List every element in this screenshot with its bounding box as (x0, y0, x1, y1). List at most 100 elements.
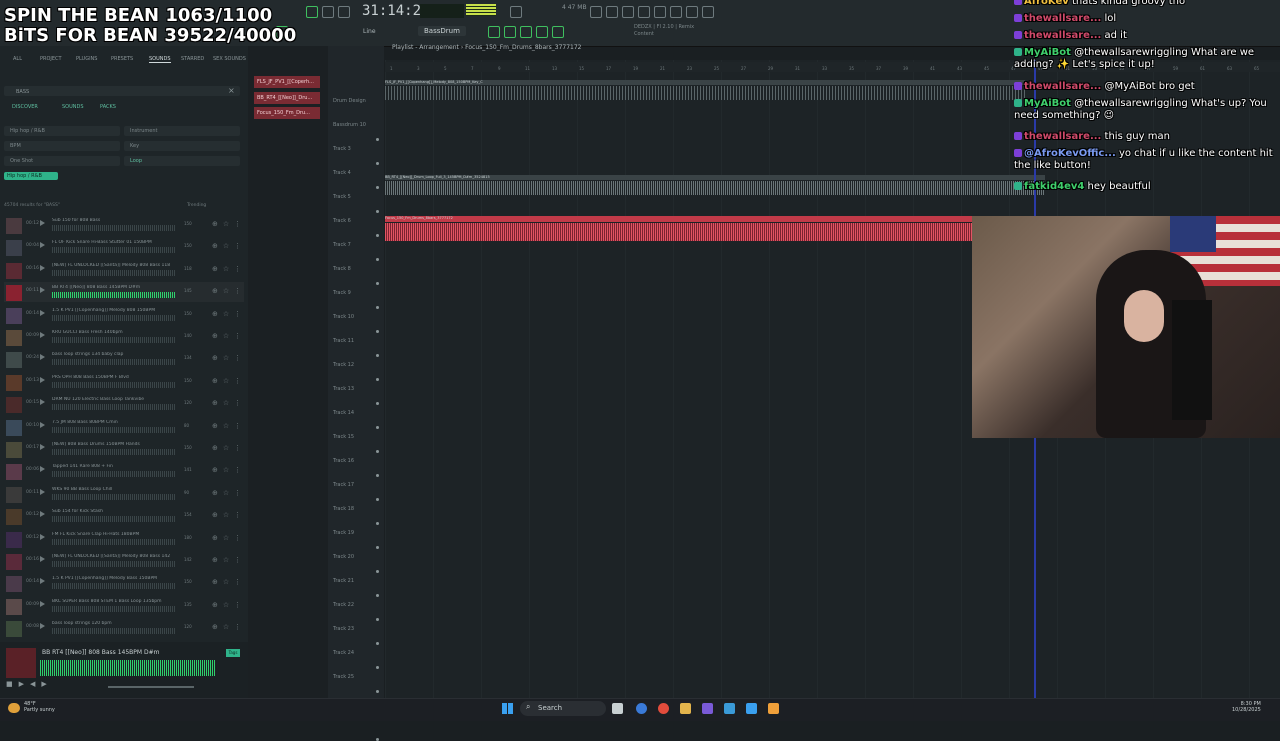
track-name[interactable]: Track 19 (333, 530, 354, 536)
chat-username[interactable]: MyAiBot (1024, 98, 1071, 109)
sample-row[interactable]: 00:14 1.5 K PV1 [[Copenhang]] Melody Bass… (4, 573, 244, 593)
sample-row[interactable]: 00:11 WKS 90 BB Bass Loop Chill 90 ⊕☆⋮ (4, 484, 244, 504)
play-icon[interactable] (40, 376, 45, 383)
track-name[interactable]: Track 21 (333, 578, 354, 584)
track-mute-icon[interactable] (376, 450, 379, 453)
track-name[interactable]: Track 6 (333, 218, 351, 224)
track-mute-icon[interactable] (376, 138, 379, 141)
track-mute-icon[interactable] (376, 354, 379, 357)
sample-actions-icons[interactable]: ⊕☆⋮ (212, 399, 246, 407)
channel-2[interactable]: BB_RT4_[[Neo]]_Dru... (254, 92, 320, 104)
track-mute-icon[interactable] (376, 426, 379, 429)
play-icon[interactable] (40, 309, 45, 316)
track-name[interactable]: Track 5 (333, 194, 351, 200)
track-mute-icon[interactable] (376, 282, 379, 285)
track-name[interactable]: Track 20 (333, 554, 354, 560)
sample-waveform[interactable] (52, 337, 176, 343)
audio-clip-melody[interactable]: FLS_JF_PV1_[[Copenhang]]_Melody_808_150B… (385, 80, 1025, 102)
sample-actions-icons[interactable]: ⊕☆⋮ (212, 242, 246, 250)
search-input[interactable] (4, 86, 240, 96)
sample-row[interactable]: 00:15 DRM NU 120 Electric Bass Loop Tankv… (4, 394, 244, 414)
sample-actions-icons[interactable]: ⊕☆⋮ (212, 377, 246, 385)
sample-actions-icons[interactable]: ⊕☆⋮ (212, 422, 246, 430)
settings-icon[interactable] (670, 6, 682, 18)
sample-waveform[interactable] (52, 404, 176, 411)
track-name[interactable]: Track 16 (333, 458, 354, 464)
preview-volume-slider[interactable] (108, 686, 194, 688)
play-icon[interactable] (40, 444, 45, 450)
sample-waveform[interactable] (52, 359, 176, 366)
play-icon[interactable] (40, 220, 45, 226)
save-icon[interactable] (638, 6, 650, 18)
tab-project[interactable]: PROJECT (40, 56, 62, 62)
track-name[interactable]: Track 3 (333, 146, 351, 152)
sample-waveform[interactable] (52, 269, 176, 276)
playlist-icon[interactable] (488, 26, 500, 38)
sample-row[interactable]: 00:09 KRU GUCCI Bass Fresh 140bpm 140 ⊕☆⋮ (4, 327, 244, 347)
chat-username[interactable]: thewallsare... (1024, 30, 1101, 41)
sample-row[interactable]: 00:04 FL OF Kick Snare Hi-Bass Stutter 01… (4, 237, 244, 257)
piano-roll-icon[interactable] (504, 26, 516, 38)
genre-chip[interactable]: Hip hop / R&B (4, 172, 58, 180)
play-icon[interactable] (40, 242, 45, 249)
sample-row[interactable]: 00:11 BB RT4 [[Neo]] 808 Bass 145BPM D#m 1… (4, 282, 244, 303)
track-mute-icon[interactable] (376, 330, 379, 333)
audio-clip-drum-loop[interactable]: BB_RT4_[[Neo]]_Drum_Loop_Full_3_145BPM_D… (385, 175, 1045, 197)
sample-row[interactable]: 00:06 Tapped 141 Rare 808 + Fin 141 ⊕☆⋮ (4, 461, 244, 481)
play-icon[interactable] (40, 399, 45, 406)
sample-waveform[interactable] (52, 247, 176, 254)
sample-row[interactable]: 00:13 PRS OPH 808 Bass 150BPM F Blvd 150 ⊕☆… (4, 372, 244, 392)
key-filter[interactable]: Key (124, 141, 240, 151)
play-icon[interactable] (40, 533, 45, 540)
taskbar-search[interactable]: Search (520, 701, 606, 716)
weather-widget[interactable]: 48°F Partly sunny (24, 701, 55, 713)
sample-actions-icons[interactable]: ⊕☆⋮ (212, 556, 246, 564)
track-name[interactable]: Track 11 (333, 338, 354, 344)
track-mute-icon[interactable] (376, 162, 379, 165)
sample-waveform[interactable] (52, 426, 176, 433)
track-mute-icon[interactable] (376, 306, 379, 309)
channel-3[interactable]: Focus_150_Fm_Dru... (254, 107, 320, 119)
sample-waveform[interactable] (52, 471, 176, 478)
system-clock[interactable]: 8:30 PM 10/28/2025 (1232, 701, 1261, 713)
sample-row[interactable]: 00:08 bass loop strings 120 bpm 120 ⊕☆⋮ (4, 618, 244, 638)
track-mute-icon[interactable] (376, 498, 379, 501)
plugin-icon[interactable] (702, 6, 714, 18)
track-mute-icon[interactable] (376, 258, 379, 261)
sample-row[interactable]: 00:16 [NEW] FL UNLOCKED [[Santa]] Melody … (4, 260, 244, 280)
sample-actions-icons[interactable]: ⊕☆⋮ (212, 444, 246, 452)
play-icon[interactable] (40, 332, 45, 338)
chat-username[interactable]: thewallsare... (1024, 13, 1101, 24)
sample-row[interactable]: 00:12 FM FL Kick Snare Clap Hi-Hats 180BP… (4, 529, 244, 549)
sample-actions-icons[interactable]: ⊕☆⋮ (212, 354, 246, 362)
play-icon[interactable] (40, 421, 45, 428)
chat-username[interactable]: MyAiBot (1024, 47, 1071, 58)
sort-dropdown[interactable]: Trending (187, 203, 206, 208)
sample-waveform[interactable] (52, 449, 176, 455)
genre-filter[interactable]: Hip hop / R&B (4, 126, 120, 136)
teams-icon[interactable] (702, 703, 713, 714)
chat-username[interactable]: thewallsare... (1024, 81, 1101, 92)
sample-row[interactable]: 00:12 Sub 154 for Kick Stash 154 ⊕☆⋮ (4, 506, 244, 526)
play-icon[interactable] (40, 488, 45, 495)
tab-presets[interactable]: PRESETS (111, 56, 133, 62)
sample-waveform[interactable] (52, 583, 176, 590)
track-mute-icon[interactable] (376, 642, 379, 645)
tab-plugins[interactable]: PLUGINS (76, 56, 97, 62)
mixer-icon[interactable] (536, 26, 548, 38)
sample-waveform[interactable] (52, 628, 176, 635)
track-mute-icon[interactable] (376, 186, 379, 189)
track-name[interactable]: Track 24 (333, 650, 354, 656)
play-icon[interactable] (40, 578, 45, 585)
tab-starred[interactable]: STARRED (181, 56, 204, 62)
sample-actions-icons[interactable]: ⊕☆⋮ (212, 332, 246, 340)
sample-row[interactable]: 00:09 BKC SUPER Bass 808 STEM 1 Bass Loop… (4, 596, 244, 616)
chrome-icon[interactable] (658, 703, 669, 714)
play-icon[interactable] (40, 556, 45, 562)
sample-row[interactable]: 00:17 [NEW] 808 Bass Drums 150BPM Hands 15… (4, 439, 244, 459)
tab-sounds[interactable]: SOUNDS (149, 56, 171, 63)
channel-1[interactable]: FLS_JF_PV1_[[Coperh... (254, 76, 320, 88)
track-name[interactable]: Track 12 (333, 362, 354, 368)
sample-waveform[interactable] (52, 493, 176, 500)
sample-actions-icons[interactable]: ⊕☆⋮ (212, 534, 246, 542)
